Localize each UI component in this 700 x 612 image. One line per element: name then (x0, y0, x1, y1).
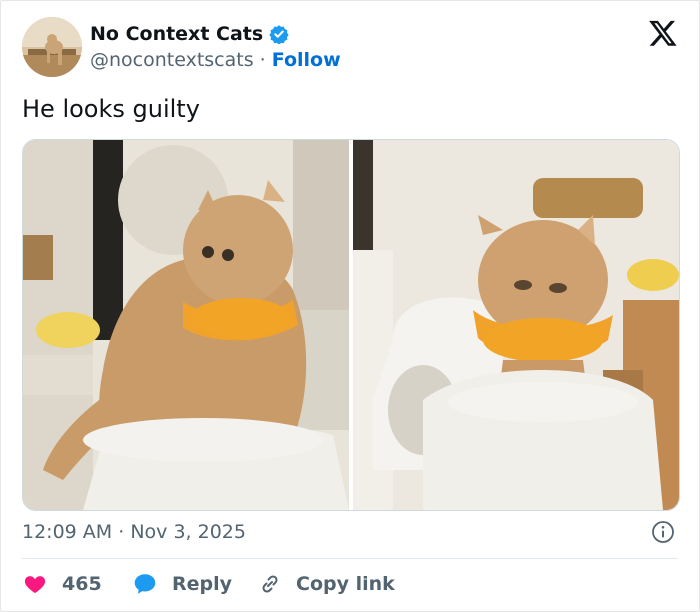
copy-link-button[interactable]: Copy link (258, 570, 395, 598)
action-bar: 465 Reply Copy link (22, 570, 678, 598)
separator: · (118, 521, 125, 543)
time: 12:09 AM (22, 521, 113, 543)
reply-label: Reply (172, 573, 233, 595)
link-icon (262, 575, 278, 593)
timestamp[interactable]: 12:09 AM · Nov 3, 2025 (22, 520, 246, 544)
avatar[interactable] (22, 17, 82, 77)
tweet-text: He looks guilty (22, 95, 200, 123)
heart-icon (24, 576, 46, 593)
follow-link[interactable]: Follow (272, 49, 341, 71)
media-grid (22, 139, 680, 511)
cat-photo-left[interactable] (23, 140, 349, 510)
display-name[interactable]: No Context Cats (90, 22, 263, 46)
like-button[interactable]: 465 (22, 570, 102, 598)
divider (22, 558, 678, 559)
x-logo-icon[interactable] (648, 18, 678, 48)
reply-button[interactable]: Reply (132, 570, 232, 598)
date: Nov 3, 2025 (130, 521, 246, 543)
copy-link-label: Copy link (296, 573, 395, 595)
verified-badge-icon (269, 25, 289, 44)
separator: · (259, 49, 266, 71)
like-count: 465 (62, 573, 102, 595)
handle-row: @nocontextscats · Follow (90, 48, 341, 72)
cat-photo-right[interactable] (353, 140, 679, 510)
handle[interactable]: @nocontextscats (90, 49, 254, 71)
info-icon[interactable] (651, 520, 675, 544)
reply-bubble-icon (134, 574, 156, 594)
